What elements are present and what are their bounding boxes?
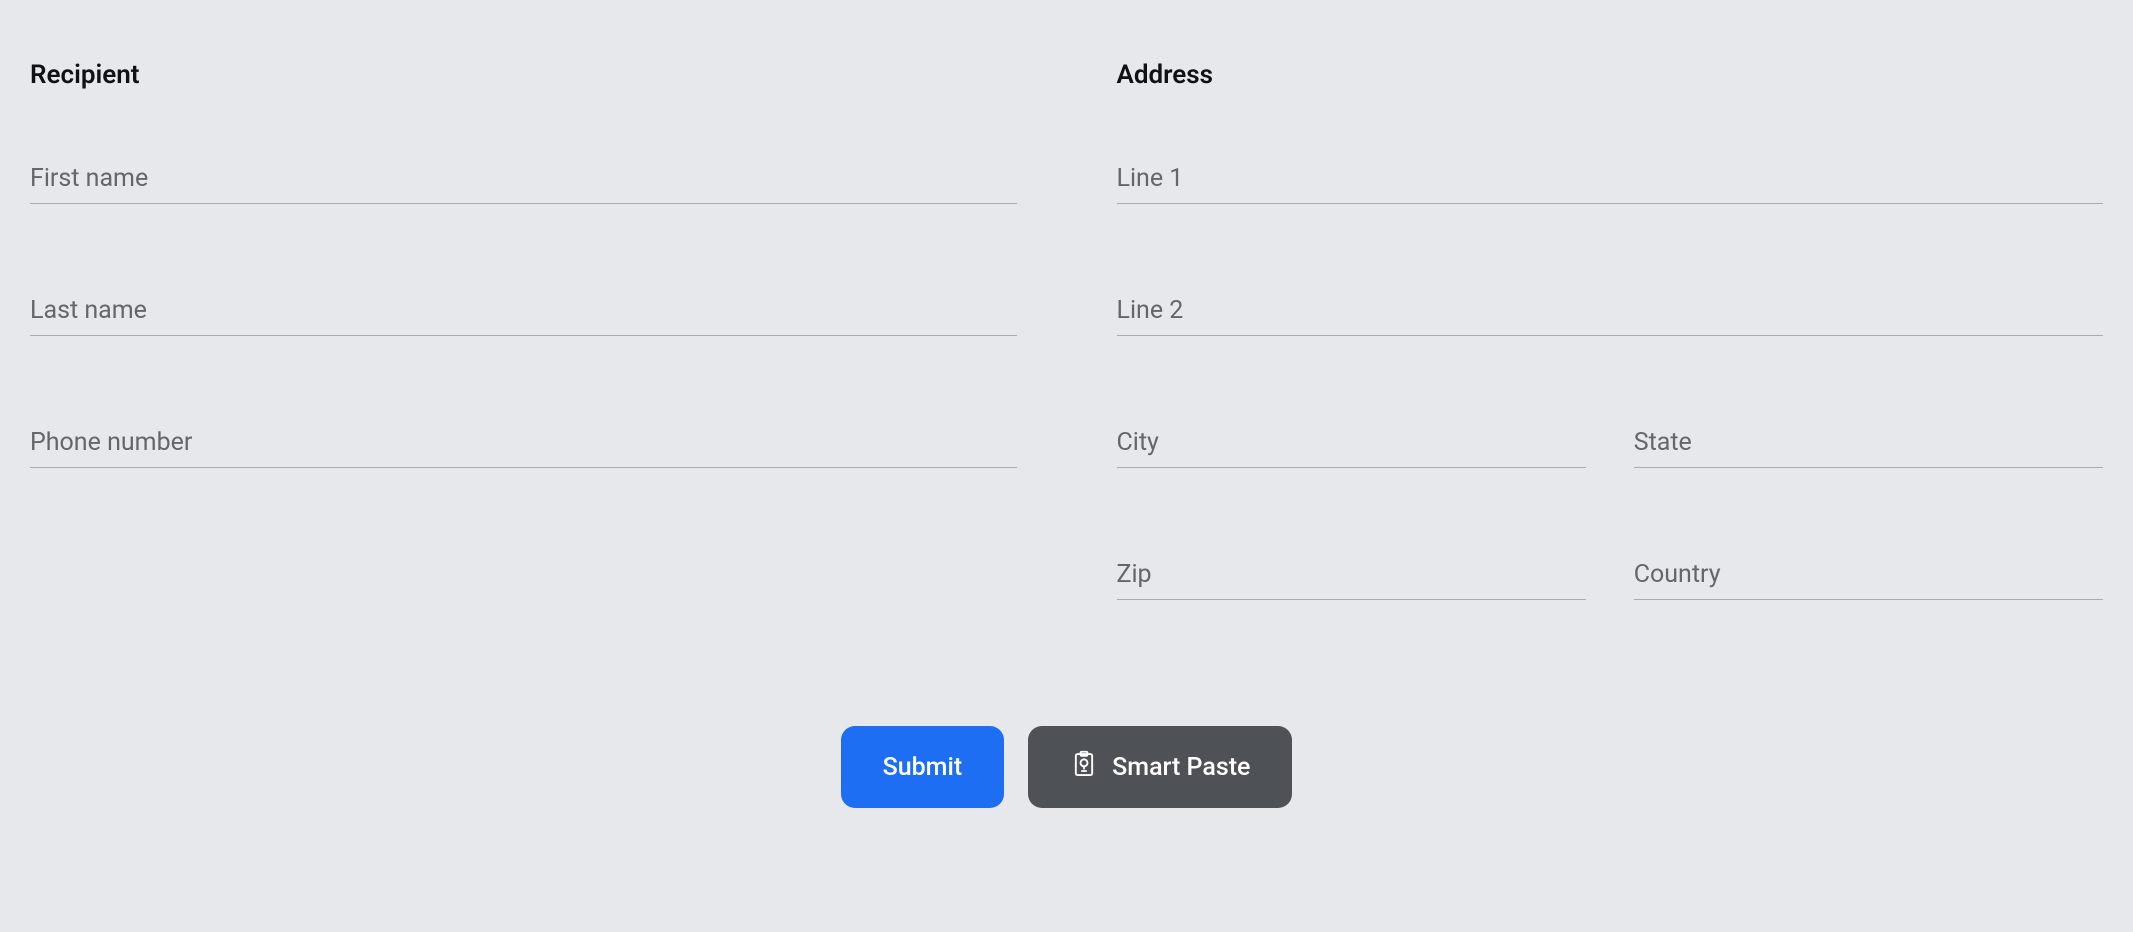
city-input[interactable]	[1117, 422, 1586, 468]
zip-country-row	[1117, 554, 2104, 686]
zip-field-wrapper	[1117, 554, 1586, 600]
country-input[interactable]	[1634, 554, 2103, 600]
phone-input[interactable]	[30, 422, 1017, 468]
recipient-title: Recipient	[30, 60, 1017, 90]
submit-button-label: Submit	[883, 753, 963, 782]
smart-paste-button-label: Smart Paste	[1112, 753, 1250, 782]
country-field-wrapper	[1634, 554, 2103, 600]
recipient-section: Recipient	[30, 60, 1017, 686]
line2-input[interactable]	[1117, 290, 2104, 336]
smart-paste-button[interactable]: Smart Paste	[1028, 726, 1292, 808]
last-name-input[interactable]	[30, 290, 1017, 336]
address-title: Address	[1117, 60, 2104, 90]
first-name-input[interactable]	[30, 158, 1017, 204]
first-name-field-wrapper	[30, 158, 1017, 204]
address-section: Address	[1117, 60, 2104, 686]
line1-input[interactable]	[1117, 158, 2104, 204]
city-state-row	[1117, 422, 2104, 554]
city-field-wrapper	[1117, 422, 1586, 468]
line1-field-wrapper	[1117, 158, 2104, 204]
state-field-wrapper	[1634, 422, 2103, 468]
state-input[interactable]	[1634, 422, 2103, 468]
submit-button[interactable]: Submit	[841, 726, 1005, 808]
clipboard-lightbulb-icon	[1070, 750, 1098, 785]
zip-input[interactable]	[1117, 554, 1586, 600]
line2-field-wrapper	[1117, 290, 2104, 336]
button-row: Submit Smart Paste	[30, 726, 2103, 808]
phone-field-wrapper	[30, 422, 1017, 468]
form-container: Recipient Address	[30, 60, 2103, 686]
last-name-field-wrapper	[30, 290, 1017, 336]
